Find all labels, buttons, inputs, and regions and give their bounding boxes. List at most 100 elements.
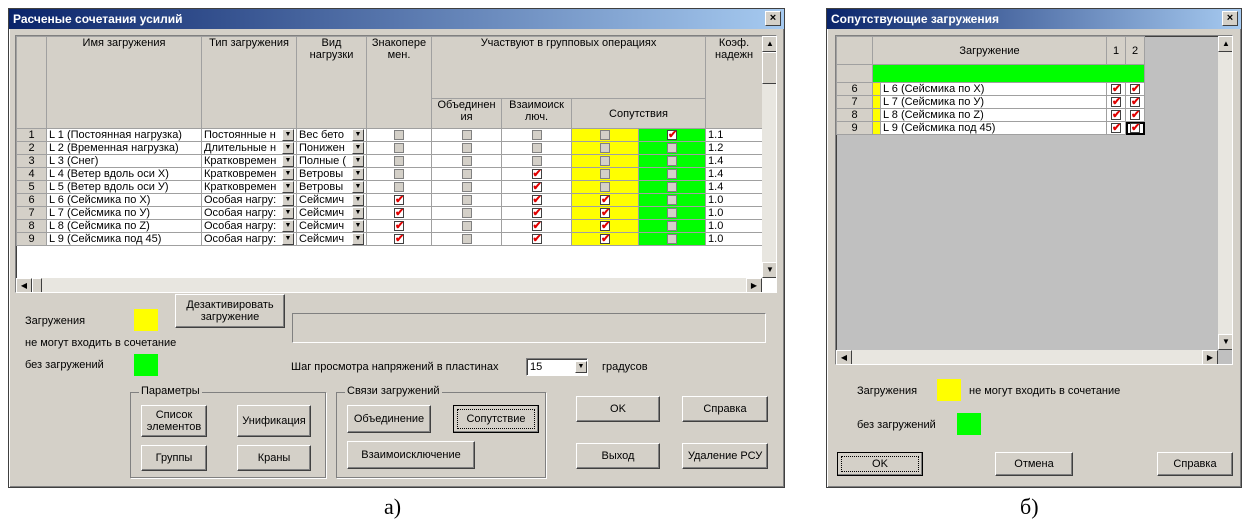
table-row[interactable]: 8L 8 (Сейсмика по Z) Особая нагру: ▼ Сейсми… (16, 219, 764, 233)
scroll-thumb[interactable] (762, 52, 776, 84)
union-checkbox[interactable] (461, 169, 472, 180)
load-name-cell[interactable]: L 6 (Сейсмика по X) (880, 82, 1107, 96)
union-checkbox[interactable] (461, 156, 472, 167)
chevron-down-icon[interactable]: ▼ (282, 194, 294, 206)
close-icon[interactable]: × (1222, 11, 1238, 26)
coef-cell[interactable]: 1.4 (705, 180, 764, 194)
coef-cell[interactable]: 1.0 (705, 206, 764, 220)
col2-checkbox[interactable] (1130, 123, 1140, 134)
chevron-down-icon[interactable]: ▼ (282, 142, 294, 154)
scroll-down-icon[interactable]: ▼ (762, 262, 776, 278)
chevron-down-icon[interactable]: ▼ (352, 194, 364, 206)
load-vid-cell[interactable]: Ветровы ▼ (296, 167, 367, 181)
mutex-checkbox[interactable] (531, 156, 542, 167)
col1-checkbox[interactable] (1111, 84, 1121, 95)
mutex-checkbox[interactable] (531, 143, 542, 154)
table-row[interactable]: 7 L 7 (Сейсмика по У) (836, 95, 1145, 109)
accomp-button[interactable]: Сопутствие (453, 405, 539, 433)
load-type-cell[interactable]: Особая нагру: ▼ (201, 206, 297, 220)
table-row[interactable]: 9 L 9 (Сейсмика под 45) (836, 121, 1145, 135)
union-checkbox[interactable] (461, 143, 472, 154)
load-name-cell[interactable]: L 3 (Снег) (46, 154, 202, 168)
load-vid-cell[interactable]: Сейсмич ▼ (296, 232, 367, 246)
coef-cell[interactable]: 1.4 (705, 167, 764, 181)
chevron-down-icon[interactable]: ▼ (352, 129, 364, 141)
load-name-cell[interactable]: L 8 (Сейсмика по Z) (46, 219, 202, 233)
delete-rsu-button[interactable]: Удаление РСУ (682, 443, 768, 469)
sign-checkbox[interactable] (394, 130, 404, 141)
load-vid-cell[interactable]: Сейсмич ▼ (296, 219, 367, 233)
load-name-cell[interactable]: L 6 (Сейсмика по X) (46, 193, 202, 207)
load-name-cell[interactable]: L 1 (Постоянная нагрузка) (46, 128, 202, 142)
sign-checkbox[interactable] (394, 182, 404, 193)
sign-checkbox[interactable] (394, 234, 404, 245)
load-type-cell[interactable]: Длительные н ▼ (201, 141, 297, 155)
table-row[interactable]: 3L 3 (Снег) Кратковремен ▼ Полные (▼ 1.4 (16, 154, 764, 168)
table-row[interactable]: 9L 9 (Сейсмика под 45) Особая нагру: ▼ Сейс… (16, 232, 764, 246)
accomp2-checkbox[interactable] (667, 208, 678, 219)
load-name-cell[interactable]: L 2 (Временная нагрузка) (46, 141, 202, 155)
load-type-cell[interactable]: Особая нагру: ▼ (201, 193, 297, 207)
load-vid-cell[interactable]: Сейсмич ▼ (296, 193, 367, 207)
chevron-down-icon[interactable]: ▼ (352, 233, 364, 245)
cranes-button[interactable]: Краны (237, 445, 311, 471)
accomp1-checkbox[interactable] (600, 130, 610, 141)
table-row[interactable]: 4L 4 (Ветер вдоль оси X) Кратковремен ▼ Вет… (16, 167, 764, 181)
scroll-up-icon[interactable]: ▲ (1218, 36, 1232, 52)
accomp1-checkbox[interactable] (600, 195, 610, 206)
mutex-button[interactable]: Взаимоисключение (347, 441, 475, 469)
chevron-down-icon[interactable]: ▼ (282, 168, 294, 180)
coef-cell[interactable]: 1.0 (705, 193, 764, 207)
load-name-cell[interactable]: L 4 (Ветер вдоль оси X) (46, 167, 202, 181)
mutex-checkbox[interactable] (531, 169, 542, 180)
accomp2-checkbox[interactable] (667, 234, 678, 245)
union-checkbox[interactable] (461, 182, 472, 193)
sign-checkbox[interactable] (394, 169, 404, 180)
chevron-down-icon[interactable]: ▼ (282, 155, 294, 167)
accomp1-checkbox[interactable] (600, 221, 610, 232)
table-row[interactable]: 8 L 8 (Сейсмика по Z) (836, 108, 1145, 122)
ok-button[interactable]: OK (576, 396, 660, 422)
table-row[interactable]: 1L 1 (Постоянная нагрузка) Постоянные н ▼ В… (16, 128, 764, 142)
load-type-cell[interactable]: Кратковремен ▼ (201, 167, 297, 181)
chevron-down-icon[interactable]: ▼ (352, 220, 364, 232)
chevron-down-icon[interactable]: ▼ (575, 361, 587, 373)
load-vid-cell[interactable]: Сейсмич ▼ (296, 206, 367, 220)
load-name-cell[interactable]: L 9 (Сейсмика под 45) (880, 121, 1107, 135)
exit-button[interactable]: Выход (576, 443, 660, 469)
scroll-left-icon[interactable]: ◀ (836, 350, 852, 364)
col1-checkbox[interactable] (1111, 110, 1121, 121)
coef-cell[interactable]: 1.0 (705, 232, 764, 246)
load-type-cell[interactable]: Кратковремен ▼ (201, 154, 297, 168)
load-type-cell[interactable]: Особая нагру: ▼ (201, 232, 297, 246)
chevron-down-icon[interactable]: ▼ (352, 207, 364, 219)
scroll-up-icon[interactable]: ▲ (762, 36, 776, 52)
mutex-checkbox[interactable] (531, 208, 542, 219)
col2-checkbox[interactable] (1130, 84, 1140, 95)
accomp2-checkbox[interactable] (667, 169, 678, 180)
scroll-left-icon[interactable]: ◀ (16, 278, 32, 292)
sign-checkbox[interactable] (394, 156, 404, 167)
coef-cell[interactable]: 1.1 (705, 128, 764, 142)
table-row[interactable]: 2L 2 (Временная нагрузка) Длительные н ▼ По… (16, 141, 764, 155)
load-type-cell[interactable]: Особая нагру: ▼ (201, 219, 297, 233)
close-icon[interactable]: × (765, 11, 781, 26)
sign-checkbox[interactable] (394, 143, 404, 154)
sign-checkbox[interactable] (394, 195, 404, 206)
table-row[interactable]: 5L 5 (Ветер вдоль оси У) Кратковремен ▼ Вет… (16, 180, 764, 194)
chevron-down-icon[interactable]: ▼ (282, 207, 294, 219)
accomp1-checkbox[interactable] (600, 169, 610, 180)
coef-cell[interactable]: 1.4 (705, 154, 764, 168)
chevron-down-icon[interactable]: ▼ (282, 220, 294, 232)
cancel-button[interactable]: Отмена (995, 452, 1073, 476)
load-type-cell[interactable]: Постоянные н ▼ (201, 128, 297, 142)
table-row[interactable]: 6L 6 (Сейсмика по X) Особая нагру: ▼ Сейсми… (16, 193, 764, 207)
union-checkbox[interactable] (461, 130, 472, 141)
union-checkbox[interactable] (461, 208, 472, 219)
accomp2-checkbox[interactable] (667, 156, 678, 167)
coef-cell[interactable]: 1.2 (705, 141, 764, 155)
col1-checkbox[interactable] (1111, 123, 1121, 134)
col2-checkbox[interactable] (1130, 110, 1140, 121)
scroll-right-icon[interactable]: ▶ (1202, 350, 1218, 364)
load-vid-cell[interactable]: Вес бето ▼ (296, 128, 367, 142)
